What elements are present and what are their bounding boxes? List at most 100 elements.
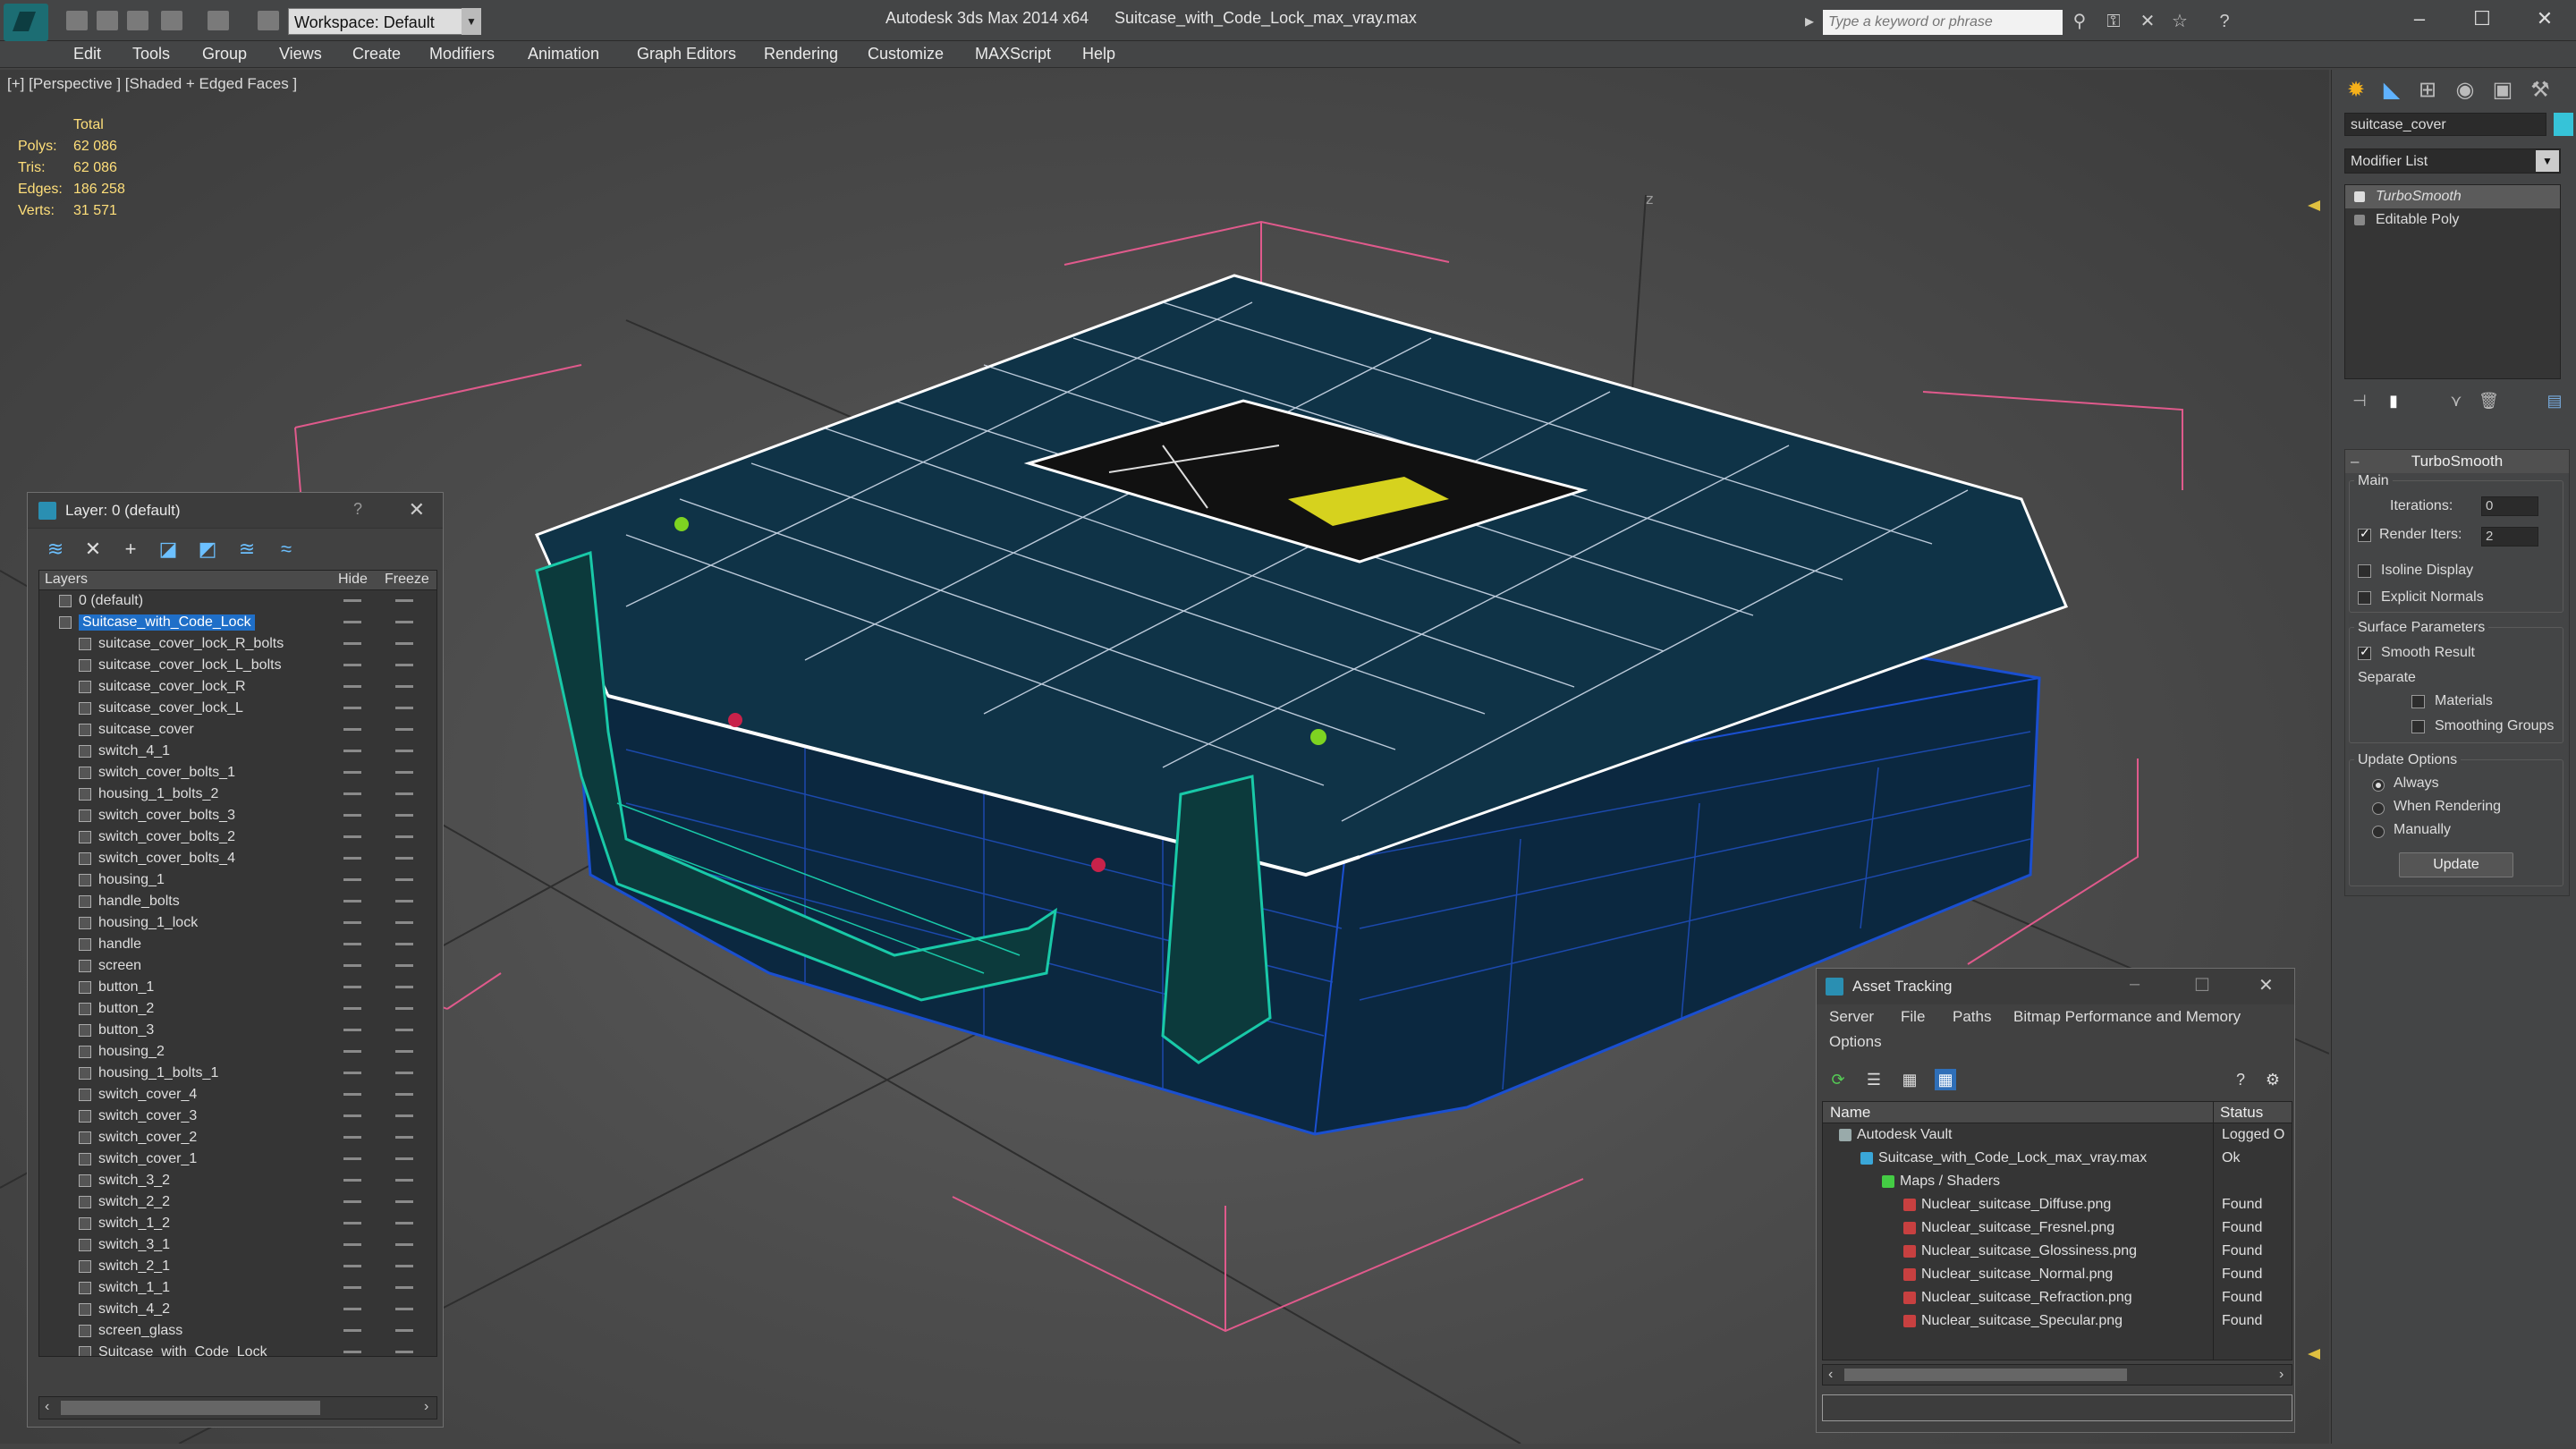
hide-toggle[interactable] (343, 685, 361, 688)
layer-row[interactable]: screen_glass (39, 1320, 436, 1342)
help-icon[interactable]: ? (353, 500, 362, 519)
layer-row[interactable]: switch_4_1 (39, 741, 436, 762)
search-expand-icon[interactable]: ▸ (1800, 12, 1819, 31)
menu-tools[interactable]: Tools (132, 45, 170, 64)
layer-row[interactable]: housing_1 (39, 869, 436, 891)
collapse-icon[interactable]: – (2351, 450, 2359, 473)
freeze-toggle[interactable] (395, 1179, 413, 1182)
new-layer-icon[interactable]: ≋ (44, 538, 67, 561)
utilities-tab-icon[interactable]: ⚒ (2525, 75, 2555, 106)
settings-icon[interactable]: ⚙ (2262, 1069, 2284, 1090)
hide-toggle[interactable] (343, 1050, 361, 1053)
lightbulb-icon[interactable] (2354, 191, 2365, 202)
freeze-toggle[interactable] (395, 728, 413, 731)
hide-toggle[interactable] (343, 728, 361, 731)
hide-toggle[interactable] (343, 621, 361, 623)
layer-row[interactable]: switch_cover_bolts_4 (39, 848, 436, 869)
when-rendering-radio[interactable] (2372, 802, 2385, 815)
help-icon[interactable]: ? (2230, 1069, 2251, 1090)
delete-layer-icon[interactable]: ✕ (81, 538, 105, 561)
hide-toggle[interactable] (343, 835, 361, 838)
layer-row[interactable]: housing_2 (39, 1041, 436, 1063)
layer-row[interactable]: suitcase_cover_lock_L_bolts (39, 655, 436, 676)
grid-view-icon[interactable]: ▦ (1935, 1069, 1956, 1090)
freeze-toggle[interactable] (395, 900, 413, 902)
configure-sets-icon[interactable]: ▤ (2545, 392, 2564, 411)
chevron-down-icon[interactable]: ▼ (462, 8, 481, 35)
freeze-toggle[interactable] (395, 750, 413, 752)
hide-toggle[interactable] (343, 1329, 361, 1332)
hide-toggle[interactable] (343, 707, 361, 709)
menu-animation[interactable]: Animation (528, 45, 599, 64)
layer-row[interactable]: suitcase_cover_lock_L (39, 698, 436, 719)
layer-row[interactable]: switch_3_2 (39, 1170, 436, 1191)
freeze-toggle[interactable] (395, 986, 413, 988)
pin-stack-icon[interactable]: ⊣ (2350, 392, 2369, 411)
freeze-toggle[interactable] (395, 835, 413, 838)
list-view-icon[interactable]: ☰ (1863, 1069, 1885, 1090)
add-to-layer-icon[interactable]: + (119, 538, 142, 561)
freeze-toggle[interactable] (395, 1351, 413, 1353)
close-icon[interactable]: ✕ (409, 498, 425, 521)
refresh-icon[interactable]: ⟳ (1827, 1069, 1849, 1090)
layer-row[interactable]: switch_1_2 (39, 1213, 436, 1234)
layer-row[interactable]: housing_1_bolts_2 (39, 784, 436, 805)
table-view-icon[interactable]: ▦ (1899, 1069, 1920, 1090)
asset-row[interactable]: Nuclear_suitcase_Fresnel.png Found (1823, 1216, 2292, 1240)
asset-window-titlebar[interactable]: Asset Tracking – ☐ ✕ (1817, 969, 2294, 1004)
binoculars-icon[interactable]: ⚲ (2070, 12, 2089, 31)
stack-item-turbosmooth[interactable]: TurboSmooth (2345, 185, 2560, 208)
asset-row[interactable]: Nuclear_suitcase_Specular.png Found (1823, 1309, 2292, 1333)
layer-row[interactable]: switch_1_1 (39, 1277, 436, 1299)
asset-menu-file[interactable]: File (1901, 1008, 1925, 1026)
hide-toggle[interactable] (343, 1179, 361, 1182)
freeze-toggle[interactable] (395, 621, 413, 623)
hierarchy-tab-icon[interactable]: ⊞ (2412, 75, 2443, 106)
layer-row[interactable]: switch_2_2 (39, 1191, 436, 1213)
layer-row[interactable]: suitcase_cover_lock_R_bolts (39, 633, 436, 655)
menu-customize[interactable]: Customize (868, 45, 944, 64)
hide-toggle[interactable] (343, 792, 361, 795)
freeze-toggle[interactable] (395, 1243, 413, 1246)
col-name[interactable]: Name (1830, 1104, 1870, 1122)
isoline-display-checkbox[interactable] (2358, 564, 2371, 578)
hide-toggle[interactable] (343, 943, 361, 945)
always-radio[interactable] (2372, 779, 2385, 792)
object-color-swatch[interactable] (2554, 113, 2573, 136)
freeze-toggle[interactable] (395, 599, 413, 602)
hide-toggle[interactable] (343, 878, 361, 881)
star-icon[interactable]: ☆ (2170, 12, 2190, 31)
menu-edit[interactable]: Edit (73, 45, 101, 64)
horizontal-scrollbar[interactable]: ‹ › (1822, 1364, 2292, 1385)
hide-toggle[interactable] (343, 750, 361, 752)
make-unique-icon[interactable]: ⋎ (2446, 392, 2466, 411)
scrollbar-thumb[interactable] (61, 1401, 320, 1415)
freeze-toggle[interactable] (395, 1265, 413, 1267)
key-icon[interactable]: ⚿ (2104, 12, 2123, 31)
freeze-toggle[interactable] (395, 943, 413, 945)
tools-icon[interactable]: ✕ (2138, 12, 2157, 31)
freeze-toggle[interactable] (395, 707, 413, 709)
highlight-layer-icon[interactable]: ◩ (196, 538, 219, 561)
stack-item-editable-poly[interactable]: Editable Poly (2345, 208, 2560, 232)
maximize-icon[interactable]: ☐ (2194, 974, 2210, 996)
render-iters-checkbox[interactable] (2358, 526, 2371, 542)
hide-toggle[interactable] (343, 1200, 361, 1203)
asset-row[interactable]: Nuclear_suitcase_Normal.png Found (1823, 1263, 2292, 1286)
layer-row[interactable]: switch_3_1 (39, 1234, 436, 1256)
layer-row[interactable]: button_1 (39, 977, 436, 998)
freeze-toggle[interactable] (395, 1093, 413, 1096)
search-input[interactable] (1823, 10, 2063, 35)
hide-toggle[interactable] (343, 1157, 361, 1160)
help-icon[interactable]: ? (2215, 12, 2234, 31)
asset-row[interactable]: Maps / Shaders (1823, 1170, 2292, 1193)
freeze-toggle[interactable] (395, 1222, 413, 1224)
redo-icon[interactable] (208, 11, 229, 30)
freeze-toggle[interactable] (395, 1286, 413, 1289)
hide-toggle[interactable] (343, 1029, 361, 1031)
layer-row[interactable]: switch_cover_4 (39, 1084, 436, 1106)
freeze-toggle[interactable] (395, 642, 413, 645)
col-layers[interactable]: Layers (45, 572, 88, 588)
layer-row[interactable]: handle_bolts (39, 891, 436, 912)
freeze-toggle[interactable] (395, 771, 413, 774)
